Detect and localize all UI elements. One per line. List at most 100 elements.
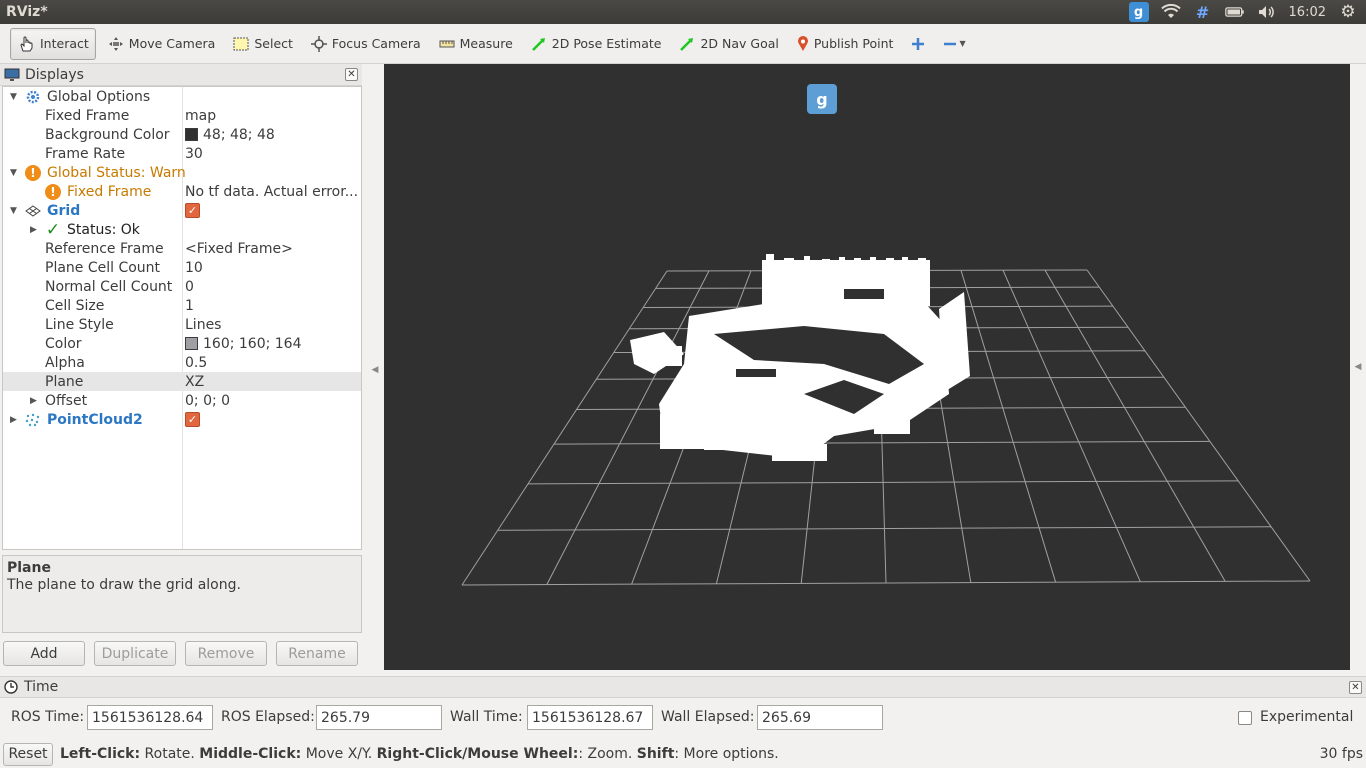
- duplicate-button[interactable]: Duplicate: [94, 641, 176, 666]
- tree-row-frame-rate[interactable]: Frame Rate 30: [3, 144, 361, 163]
- system-indicators: g # 16:02 ⚙: [1128, 2, 1366, 22]
- background-color-value[interactable]: 48; 48; 48: [185, 127, 361, 143]
- volume-icon[interactable]: [1257, 3, 1277, 21]
- line-style-value[interactable]: Lines: [185, 317, 361, 333]
- tree-row-normal-cell-count[interactable]: Normal Cell Count 0: [3, 277, 361, 296]
- reference-frame-value[interactable]: <Fixed Frame>: [185, 241, 361, 257]
- keyboard-layout-icon[interactable]: #: [1193, 3, 1213, 22]
- remove-tool-button[interactable]: ▼: [937, 28, 971, 60]
- fps-readout: 30 fps: [1319, 746, 1363, 762]
- tree-row-reference-frame[interactable]: Reference Frame <Fixed Frame>: [3, 239, 361, 258]
- wall-time-field[interactable]: 1561536128.67: [527, 705, 653, 730]
- tree-row-line-style[interactable]: Line Style Lines: [3, 315, 361, 334]
- plus-icon: [912, 37, 925, 50]
- cell-size-value[interactable]: 1: [185, 298, 361, 314]
- add-tool-button[interactable]: [905, 28, 931, 60]
- displays-panel: Displays ✕ ▼ Global Options Fixed Frame …: [0, 64, 362, 676]
- pointcloud2-enabled-checkbox[interactable]: ✓: [185, 412, 200, 427]
- expand-arrow-icon[interactable]: ▶: [10, 415, 20, 425]
- property-description-panel: Plane The plane to draw the grid along.: [2, 555, 362, 633]
- wifi-icon[interactable]: [1160, 3, 1181, 21]
- add-button[interactable]: Add: [3, 641, 85, 666]
- expand-arrow-icon[interactable]: ▼: [10, 206, 20, 216]
- gear-icon[interactable]: ⚙: [1338, 2, 1358, 22]
- publish-point-tool-button[interactable]: Publish Point: [791, 28, 900, 60]
- expand-arrow-icon[interactable]: ▼: [10, 92, 20, 102]
- focus-camera-tool-button[interactable]: Focus Camera: [305, 28, 427, 60]
- remove-button[interactable]: Remove: [185, 641, 267, 666]
- tree-row-grid[interactable]: ▼ Grid ✓: [3, 201, 361, 220]
- collapse-left-icon[interactable]: ◀: [372, 365, 379, 375]
- green-arrow-icon: [531, 37, 545, 51]
- close-icon[interactable]: ✕: [345, 68, 358, 81]
- tree-row-alpha[interactable]: Alpha 0.5: [3, 353, 361, 372]
- fixed-frame-value[interactable]: map: [185, 108, 361, 124]
- battery-icon[interactable]: [1224, 3, 1245, 21]
- tree-row-fixed-frame[interactable]: Fixed Frame map: [3, 106, 361, 125]
- tree-row-global-status[interactable]: ▼ ! Global Status: Warn: [3, 163, 361, 182]
- grid-icon: [25, 203, 41, 219]
- input-method-icon[interactable]: g: [1128, 2, 1149, 22]
- tree-row-offset[interactable]: ▶ Offset 0; 0; 0: [3, 391, 361, 410]
- color-swatch: [185, 337, 198, 350]
- displays-panel-header: Displays ✕: [0, 64, 362, 86]
- tree-row-pointcloud2[interactable]: ▶ PointCloud2 ✓: [3, 410, 361, 429]
- alpha-value[interactable]: 0.5: [185, 355, 361, 371]
- ros-time-field[interactable]: 1561536128.64: [87, 705, 213, 730]
- tree-row-status-ok[interactable]: ▶ ✓ Status: Ok: [3, 219, 361, 240]
- rename-button[interactable]: Rename: [276, 641, 358, 666]
- interact-tool-button[interactable]: Interact: [10, 27, 96, 60]
- plane-value[interactable]: XZ: [185, 374, 361, 390]
- tree-row-color[interactable]: Color 160; 160; 164: [3, 334, 361, 353]
- displays-title: Displays: [25, 66, 84, 83]
- clock[interactable]: 16:02: [1289, 5, 1326, 20]
- wall-elapsed-field[interactable]: 265.69: [757, 705, 883, 730]
- tool-toolbar: Interact Move Camera Select Focus Camera…: [0, 24, 1366, 64]
- clock-icon: [4, 680, 18, 694]
- input-method-floating-icon[interactable]: g: [807, 84, 837, 114]
- tree-row-fixed-frame-status[interactable]: ! Fixed Frame No tf data. Actual error..…: [3, 182, 361, 201]
- pointcloud-icon: [25, 412, 41, 428]
- expand-arrow-icon[interactable]: ▶: [30, 396, 40, 406]
- reset-button[interactable]: Reset: [3, 742, 53, 766]
- measure-tool-button[interactable]: Measure: [433, 28, 519, 60]
- expand-arrow-icon[interactable]: ▼: [10, 168, 20, 178]
- select-label: Select: [254, 36, 293, 51]
- frame-rate-value[interactable]: 30: [185, 146, 361, 162]
- expand-arrow-icon[interactable]: ▶: [30, 225, 40, 235]
- 2d-nav-goal-tool-button[interactable]: 2D Nav Goal: [673, 28, 784, 60]
- plane-cell-count-value[interactable]: 10: [185, 260, 361, 276]
- time-panel: Time ✕ ROS Time: 1561536128.64 ROS Elaps…: [0, 676, 1366, 740]
- 3d-scene[interactable]: [384, 64, 1350, 670]
- move-camera-icon: [108, 36, 123, 51]
- normal-cell-count-value[interactable]: 0: [185, 279, 361, 295]
- 2d-nav-goal-label: 2D Nav Goal: [700, 36, 779, 51]
- panel-splitter[interactable]: ◀: [366, 64, 384, 676]
- time-fields: ROS Time: 1561536128.64 ROS Elapsed: 265…: [0, 704, 1366, 730]
- tree-row-cell-size[interactable]: Cell Size 1: [3, 296, 361, 315]
- tree-row-plane[interactable]: Plane XZ: [3, 372, 361, 391]
- wall-elapsed-label: Wall Elapsed:: [661, 709, 755, 725]
- grid-line: [960, 270, 1057, 583]
- color-value[interactable]: 160; 160; 164: [185, 336, 361, 352]
- ros-elapsed-field[interactable]: 265.79: [316, 705, 442, 730]
- render-viewport[interactable]: g: [384, 64, 1350, 670]
- close-icon[interactable]: ✕: [1349, 680, 1362, 694]
- offset-value[interactable]: 0; 0; 0: [185, 393, 361, 409]
- hand-icon: [20, 36, 33, 51]
- interact-label: Interact: [40, 36, 89, 51]
- displays-tree[interactable]: ▼ Global Options Fixed Frame map Backgro…: [2, 86, 362, 550]
- experimental-checkbox[interactable]: [1238, 711, 1252, 725]
- select-icon: [233, 37, 249, 50]
- tree-row-global-options[interactable]: ▼ Global Options: [3, 87, 361, 106]
- grid-enabled-checkbox[interactable]: ✓: [185, 203, 200, 218]
- checkmark-icon: ✓: [45, 219, 61, 240]
- tree-row-background-color[interactable]: Background Color 48; 48; 48: [3, 125, 361, 144]
- warning-icon: !: [45, 183, 61, 200]
- 2d-pose-estimate-tool-button[interactable]: 2D Pose Estimate: [525, 28, 668, 60]
- select-tool-button[interactable]: Select: [227, 28, 299, 60]
- tree-row-plane-cell-count[interactable]: Plane Cell Count 10: [3, 258, 361, 277]
- move-camera-tool-button[interactable]: Move Camera: [102, 28, 222, 60]
- collapse-right-icon[interactable]: ◀: [1350, 64, 1366, 670]
- measure-icon: [439, 40, 455, 47]
